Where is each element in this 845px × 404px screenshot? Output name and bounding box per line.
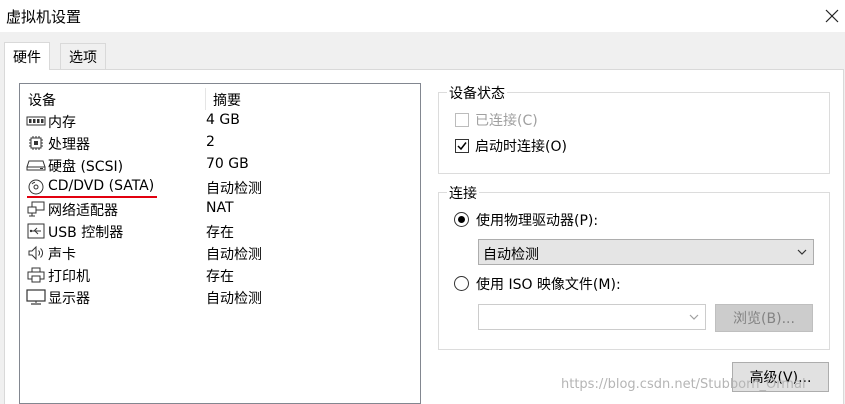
browse-button-label: 浏览(B)... [733,311,795,327]
connected-checkbox[interactable] [455,113,469,127]
device-name: 声卡 [48,247,76,263]
device-row-network-adapter[interactable]: 网络适配器 NAT [24,198,418,220]
iso-image-radio[interactable] [454,276,469,291]
column-header-summary[interactable]: 摘要 [213,90,241,110]
connected-label: 已连接(C) [475,113,538,129]
device-summary: NAT [206,200,234,216]
physical-drive-label: 使用物理驱动器(P): [476,213,599,229]
device-row-sound-card[interactable]: 声卡 自动检测 [24,242,418,264]
device-summary: 存在 [206,269,234,285]
tab-options-label: 选项 [69,49,97,66]
tab-hardware[interactable]: 硬件 [4,42,50,70]
physical-drive-radio[interactable] [454,212,469,227]
device-name: 硬盘 (SCSI) [48,159,124,175]
browse-button[interactable]: 浏览(B)... [715,304,813,332]
title-bar: 虚拟机设置 [0,0,845,32]
device-summary: 自动检测 [206,247,262,263]
device-name: 内存 [48,115,76,131]
window-title: 虚拟机设置 [6,8,82,26]
radio-selected-dot [458,216,465,223]
connect-at-power-on-checkbox[interactable] [455,139,469,153]
device-status-group: 设备状态 [438,83,830,174]
column-separator[interactable] [205,88,206,110]
device-summary: 自动检测 [206,181,262,197]
close-button[interactable] [820,4,844,28]
device-name: 网络适配器 [48,203,118,219]
device-summary: 2 [206,134,215,150]
harddisk-icon [26,157,46,173]
physical-drive-select[interactable]: 自动检测 [478,239,814,265]
device-row-harddisk[interactable]: 硬盘 (SCSI) 70 GB [24,154,418,176]
sound-card-icon [26,245,46,261]
processor-icon [26,135,46,151]
device-row-printer[interactable]: 打印机 存在 [24,264,418,286]
cd-dvd-icon [26,179,46,195]
device-status-title: 设备状态 [447,83,507,103]
tab-hardware-label: 硬件 [13,49,41,66]
device-row-memory[interactable]: 内存 4 GB [24,110,418,132]
device-name: 打印机 [48,269,90,285]
watermark-text: https://blog.csdn.net/Stubborn_Ormal [561,377,806,392]
device-summary: 存在 [206,225,234,241]
chevron-down-icon [689,314,699,320]
device-name: 处理器 [48,137,90,153]
tab-options[interactable]: 选项 [60,43,106,69]
device-name: CD/DVD (SATA) [48,178,155,194]
device-list[interactable]: 设备 摘要 内存 4 GB 处理器 2 硬盘 (SCSI) 70 GB CD/D… [19,83,421,404]
memory-icon [26,113,46,129]
device-name: 显示器 [48,291,90,307]
checkmark-icon [457,142,467,151]
close-icon [825,9,839,23]
highlight-underline [27,196,157,198]
device-row-processor[interactable]: 处理器 2 [24,132,418,154]
device-summary: 自动检测 [206,291,262,307]
usb-icon [26,223,46,239]
chevron-down-icon [797,249,807,255]
device-row-usb-controller[interactable]: USB 控制器 存在 [24,220,418,242]
display-icon [26,289,46,305]
iso-image-path-select[interactable] [478,304,706,330]
connection-title: 连接 [447,183,479,203]
physical-drive-value: 自动检测 [483,247,539,263]
connect-at-power-on-label: 启动时连接(O) [475,139,567,155]
device-row-display[interactable]: 显示器 自动检测 [24,286,418,308]
device-summary: 70 GB [206,156,249,172]
network-adapter-icon [26,201,46,217]
device-row-cd-dvd[interactable]: CD/DVD (SATA) 自动检测 [24,176,418,198]
device-name: USB 控制器 [48,225,124,241]
iso-image-label: 使用 ISO 映像文件(M): [476,277,621,293]
device-list-header: 设备 摘要 [28,88,418,110]
column-header-device[interactable]: 设备 [28,90,56,110]
printer-icon [26,267,46,283]
device-summary: 4 GB [206,112,240,128]
